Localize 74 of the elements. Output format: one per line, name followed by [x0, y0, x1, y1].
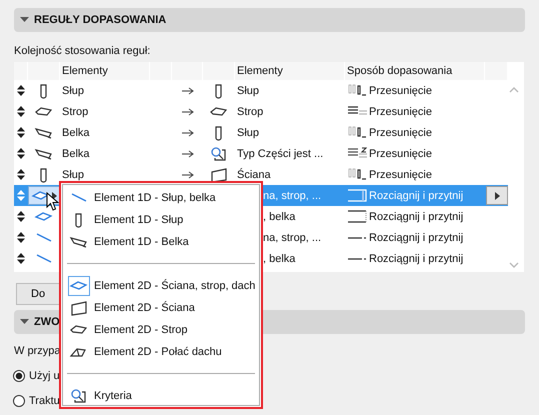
menu-item[interactable]: Element 1D - Belka — [63, 231, 189, 253]
table-cell: na, strop, ... — [263, 232, 322, 244]
row-cells[interactable]: Ściana Przesunięcie — [235, 164, 508, 185]
menu-item[interactable]: Element 2D - Ściana, strop, dach — [63, 275, 256, 297]
table-cell: , belka — [263, 210, 296, 222]
table-cell: Belka — [62, 148, 90, 160]
table-cell: na, strop, ... — [263, 190, 322, 202]
wall-icon — [209, 166, 229, 182]
menu-item[interactable]: Element 1D - Słup — [63, 209, 184, 231]
reorder-icon[interactable] — [17, 127, 25, 138]
arrow-icon — [182, 150, 194, 158]
table-cell: Słup — [62, 168, 84, 180]
table-cell: Strop — [237, 106, 264, 118]
stretch-icon — [347, 236, 367, 240]
column-header: Elementy — [237, 65, 283, 77]
table-cell: Przesunięcie — [369, 126, 432, 138]
reorder-icon[interactable] — [17, 106, 25, 117]
reorder-icon[interactable] — [17, 85, 25, 96]
stretch-icon — [347, 208, 367, 224]
arrow-icon — [182, 108, 194, 116]
stretch-icon — [347, 188, 367, 204]
arrow-icon — [182, 86, 194, 94]
radio-button[interactable] — [13, 394, 25, 406]
table-cell: Słup — [62, 84, 84, 96]
column-header: Elementy — [62, 65, 108, 77]
play-icon — [494, 192, 500, 200]
table-cell: Słup — [237, 126, 260, 138]
row-cells[interactable]: , belka Rozciągnij i przytnij — [235, 248, 508, 269]
row-cells[interactable]: Słup Przesunięcie — [235, 122, 508, 143]
radio-button[interactable] — [13, 370, 25, 382]
arrow-icon — [182, 128, 194, 136]
offset-icon — [347, 124, 367, 140]
table-cell: Belka — [62, 126, 90, 138]
table-cell: Strop — [62, 106, 88, 118]
stretch-icon — [347, 256, 367, 260]
offset-icon — [347, 82, 367, 98]
row-cells[interactable]: na, strop, ... Rozciągnij i przytnij — [235, 227, 508, 248]
table-cell: Przesunięcie — [369, 148, 432, 160]
arrow-icon — [182, 170, 194, 178]
table-cell: , belka — [263, 252, 296, 264]
wall-icon — [69, 300, 89, 316]
case-label: W przypa — [14, 345, 60, 357]
reorder-icon[interactable] — [17, 148, 25, 159]
reorder-icon[interactable] — [17, 253, 25, 264]
reorder-icon[interactable] — [17, 169, 25, 180]
reorder-icon[interactable] — [17, 211, 25, 222]
table-cell: Przesunięcie — [369, 106, 432, 118]
table-cell: Przesunięcie — [369, 168, 432, 180]
menu-item[interactable]: Kryteria — [63, 385, 132, 407]
table-cell: Przesunięcie — [369, 84, 432, 96]
order-label: Kolejność stosowania reguł: — [14, 44, 152, 58]
table-cell: Słup — [237, 84, 260, 96]
radio-label: Użyj u — [29, 370, 60, 382]
reorder-icon[interactable] — [17, 232, 25, 243]
table-cell: Rozciągnij i przytnij — [369, 232, 464, 244]
column-header: Sposób dopasowania — [347, 65, 452, 77]
row-cells[interactable]: , belka Rozciągnij i przytnij — [235, 206, 508, 227]
section-title: REGUŁY DOPASOWANIA — [34, 14, 166, 26]
table-cell: Rozciągnij i przytnij — [369, 210, 464, 222]
table-cell: Rozciągnij i przytnij — [369, 190, 464, 202]
row-cells[interactable]: Słup Przesunięcie — [235, 80, 508, 101]
menu-item[interactable]: Element 1D - Słup, belka — [63, 187, 216, 209]
section-title: ZWO — [34, 316, 60, 328]
table-cell: Rozciągnij i przytnij — [369, 252, 464, 264]
menu-item[interactable]: Element 2D - Połać dachu — [63, 341, 222, 363]
offset-icon — [347, 166, 367, 182]
beam-icon — [69, 234, 89, 250]
table-cell: Ściana — [237, 168, 271, 180]
section-header[interactable]: REGUŁY DOPASOWANIA — [14, 8, 525, 32]
row-cells[interactable]: Strop Przesunięcie — [235, 101, 508, 122]
table-cell: Typ Części jest ... — [237, 148, 324, 160]
row-cells[interactable]: Typ Części jest ... Przesunięcie — [235, 143, 508, 164]
options-button[interactable] — [486, 186, 508, 205]
radio-label: Traktu — [29, 394, 60, 406]
